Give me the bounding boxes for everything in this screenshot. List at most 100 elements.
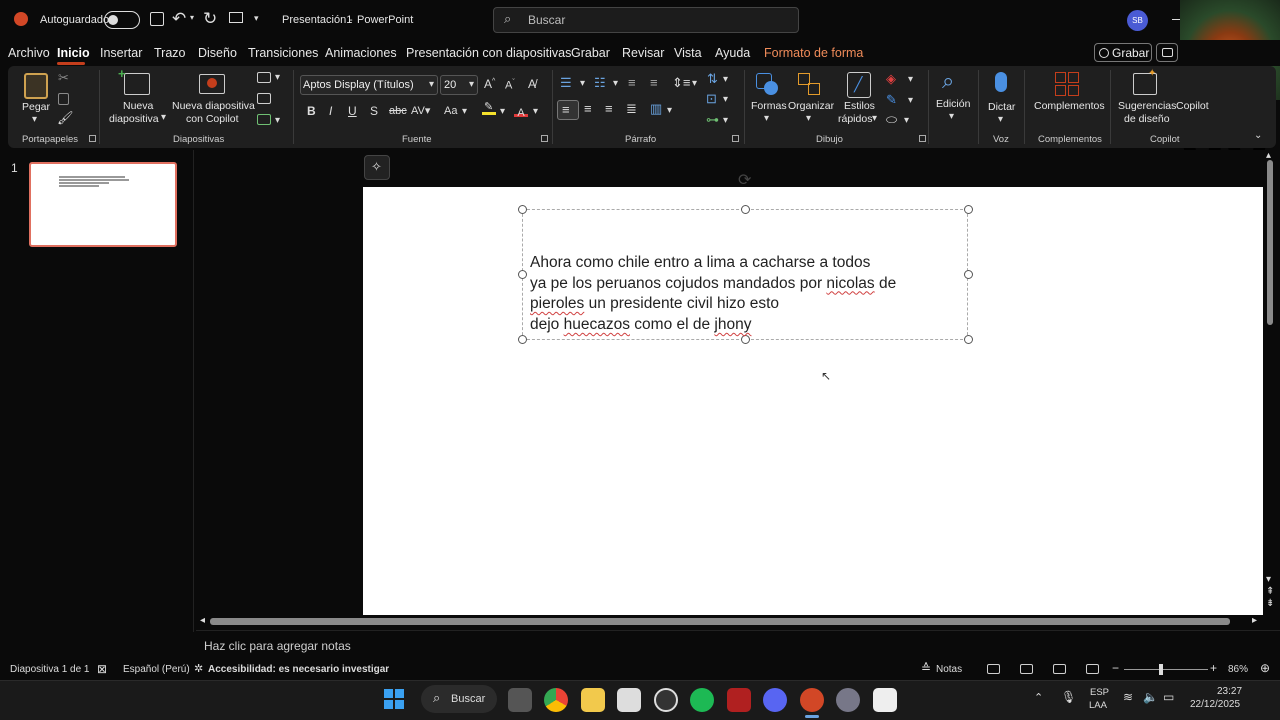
font-color-dropdown-icon[interactable]: ▾ xyxy=(533,106,538,117)
zoom-slider[interactable] xyxy=(1124,664,1208,675)
tab-animaciones[interactable]: Animaciones xyxy=(325,46,397,60)
previous-slide-icon[interactable]: ⇞ xyxy=(1266,586,1274,597)
next-slide-icon[interactable]: ⇟ xyxy=(1266,598,1274,609)
chrome-icon[interactable] xyxy=(544,688,568,712)
slide-thumbnail[interactable] xyxy=(29,162,177,247)
resize-handle-w[interactable] xyxy=(518,270,527,279)
drawing-launcher-icon[interactable] xyxy=(919,135,926,142)
bold-button[interactable]: B xyxy=(307,104,316,118)
scroll-up-icon[interactable]: ▴ xyxy=(1266,150,1271,161)
copilot-slide-label-2[interactable]: con Copilot xyxy=(186,113,239,126)
addins-icon[interactable] xyxy=(1055,72,1079,96)
paragraph-launcher-icon[interactable] xyxy=(732,135,739,142)
change-case-dropdown-icon[interactable]: ▾ xyxy=(462,106,467,117)
tab-grabar[interactable]: Grabar xyxy=(571,46,610,60)
zoom-out-icon[interactable]: − xyxy=(1112,661,1119,675)
copilot-slide-label-1[interactable]: Nueva diapositiva xyxy=(172,100,255,113)
increase-font-icon[interactable]: A^ xyxy=(484,77,495,91)
cut-icon[interactable]: ✂ xyxy=(58,70,69,86)
slide-text[interactable]: Ahora como chile entro a lima a cacharse… xyxy=(530,253,966,335)
smartart-icon[interactable]: ⊶ xyxy=(706,112,719,128)
shapes-label[interactable]: Formas xyxy=(751,100,787,113)
input-language-l2[interactable]: LAA xyxy=(1089,700,1107,711)
input-language-l1[interactable]: ESP xyxy=(1090,687,1109,698)
strikethrough-icon[interactable]: abc xyxy=(389,105,407,117)
notes-pane[interactable]: Haz clic para agregar notas xyxy=(196,630,1280,660)
tab-formato-de-forma[interactable]: Formato de forma xyxy=(764,46,863,60)
increase-indent-icon[interactable]: ≡ xyxy=(650,75,658,90)
tab-insertar[interactable]: Insertar xyxy=(100,46,142,60)
change-case-button[interactable]: Aa xyxy=(444,105,457,117)
slide-sorter-icon[interactable] xyxy=(1020,664,1033,674)
format-painter-icon[interactable]: 🖌 xyxy=(57,110,74,126)
new-slide-label-2[interactable]: diapositiva xyxy=(109,113,159,126)
align-right-icon[interactable]: ≡ xyxy=(605,101,613,116)
shape-outline-dropdown-icon[interactable]: ▾ xyxy=(908,95,913,106)
font-family-select[interactable]: Aptos Display (Títulos) ▾ xyxy=(300,75,438,95)
reset-slide-icon[interactable] xyxy=(257,93,271,104)
underline-button[interactable]: U xyxy=(348,104,357,118)
horizontal-scrollbar[interactable] xyxy=(210,618,1230,625)
settings-icon[interactable] xyxy=(836,688,860,712)
tab-revisar[interactable]: Revisar xyxy=(622,46,664,60)
bullets-dropdown-icon[interactable]: ▾ xyxy=(580,78,585,89)
spotify-icon[interactable] xyxy=(690,688,714,712)
resize-handle-nw[interactable] xyxy=(518,205,527,214)
numbering-icon[interactable]: ☷ xyxy=(594,75,606,91)
paste-dropdown-icon[interactable]: ▾ xyxy=(32,114,37,125)
tab-vista[interactable]: Vista xyxy=(674,46,702,60)
scroll-down-icon[interactable]: ▾ xyxy=(1266,574,1271,585)
smartart-dropdown-icon[interactable]: ▾ xyxy=(723,115,728,126)
microsoft-store-icon[interactable] xyxy=(617,688,641,712)
volume-icon[interactable]: 🔈 xyxy=(1143,690,1158,704)
clock-date[interactable]: 22/12/2025 xyxy=(1190,699,1240,710)
designer-button[interactable]: ✧ xyxy=(364,155,390,180)
present-from-start-icon[interactable] xyxy=(229,12,243,23)
zoom-slider-thumb[interactable] xyxy=(1159,664,1163,675)
paste-icon[interactable] xyxy=(24,73,48,99)
quick-styles-label-1[interactable]: Estilos xyxy=(844,100,875,113)
resize-handle-s[interactable] xyxy=(741,335,750,344)
line-spacing-dropdown-icon[interactable]: ▾ xyxy=(692,78,697,89)
section-icon[interactable] xyxy=(257,114,271,125)
decrease-font-icon[interactable]: Aˇ xyxy=(505,79,515,92)
wifi-icon[interactable]: ≋ xyxy=(1123,690,1133,704)
font-size-select[interactable]: 20 ▾ xyxy=(440,75,478,95)
accessibility-status[interactable]: Accesibilidad: es necesario investigar xyxy=(208,664,389,675)
find-icon[interactable]: ⌕ xyxy=(942,68,954,94)
shape-effects-dropdown-icon[interactable]: ▾ xyxy=(904,115,909,126)
zoom-level[interactable]: 86% xyxy=(1228,664,1248,675)
tab-presentacion[interactable]: Presentación con diapositivas xyxy=(406,46,571,60)
copilot-label[interactable]: Copilot xyxy=(1176,100,1209,113)
shape-fill-icon[interactable]: ◈ xyxy=(886,71,896,87)
align-left-button[interactable]: ≡ xyxy=(557,100,579,120)
dictate-label[interactable]: Dictar xyxy=(988,101,1015,114)
record-button[interactable]: Grabar xyxy=(1094,43,1152,62)
scroll-left-icon[interactable]: ◂ xyxy=(200,615,205,626)
taskbar-search[interactable]: ⌕ Buscar xyxy=(421,685,497,713)
addins-label[interactable]: Complementos xyxy=(1034,100,1105,113)
design-ideas-label-2[interactable]: de diseño xyxy=(1124,113,1170,126)
comments-button[interactable] xyxy=(1156,43,1178,62)
columns-dropdown-icon[interactable]: ▾ xyxy=(667,105,672,116)
microphone-icon[interactable] xyxy=(995,72,1007,92)
notes-toggle-icon[interactable]: ≙ xyxy=(921,661,931,675)
italic-button[interactable]: I xyxy=(329,104,332,118)
battery-icon[interactable]: ▭ xyxy=(1163,690,1174,704)
quick-styles-label-2[interactable]: rápidos xyxy=(838,113,872,126)
tab-trazo[interactable]: Trazo xyxy=(154,46,186,60)
design-ideas-icon[interactable]: ✦ xyxy=(1133,68,1157,95)
save-icon[interactable] xyxy=(150,12,164,26)
highlight-color-icon[interactable]: ✎ xyxy=(482,101,496,115)
design-ideas-label-1[interactable]: Sugerencias xyxy=(1118,100,1176,113)
align-center-icon[interactable]: ≡ xyxy=(584,101,592,116)
resize-handle-se[interactable] xyxy=(964,335,973,344)
microphone-tray-icon[interactable]: 🎙 xyxy=(1061,690,1076,704)
vertical-scrollbar[interactable] xyxy=(1266,160,1274,620)
undo-icon[interactable]: ↶ xyxy=(172,9,186,29)
redo-icon[interactable]: ↻ xyxy=(203,9,217,29)
arrange-icon[interactable] xyxy=(798,73,822,97)
shapes-icon[interactable] xyxy=(756,73,780,97)
slideshow-view-icon[interactable] xyxy=(1086,664,1099,674)
rotate-handle-icon[interactable]: ⟳ xyxy=(738,170,751,190)
